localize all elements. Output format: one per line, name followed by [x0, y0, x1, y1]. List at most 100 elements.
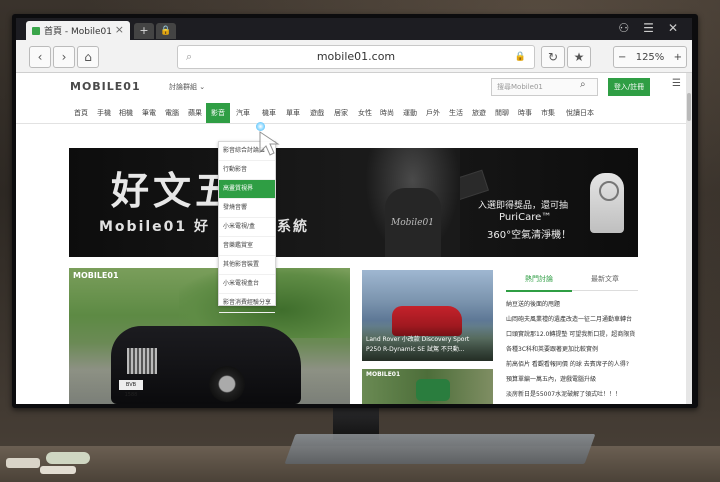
hot-topic-list: 納豆送的後面的甩題 山岡砲夫風業禮的遺產改造一征二月通勤車轉台 口頭實說那12.0轉…: [506, 297, 638, 404]
hot-topic-item[interactable]: 錯誤運轉是要重新開啟客戶: [506, 402, 638, 404]
site-logo[interactable]: MOBILE01: [70, 80, 141, 93]
remote-control: [40, 466, 76, 474]
banner-subline-right: 系統: [277, 219, 309, 235]
thumbnail-car: [416, 379, 450, 401]
browser-address-bar: ‹ › ⌂ ⌕ mobile01.com 🔒 ↻ ★ − 125% +: [16, 40, 692, 73]
banner-text-2: PuriCare™: [499, 212, 552, 223]
new-tab-button[interactable]: +: [134, 23, 154, 39]
category-tab[interactable]: 單車: [282, 103, 304, 123]
air-purifier-image: [590, 173, 624, 233]
back-arrow-icon: ‹: [37, 50, 43, 64]
hot-topic-item[interactable]: 納豆送的後面的甩題: [506, 297, 638, 312]
bookmark-button[interactable]: ★: [567, 46, 591, 68]
browser-tab-title: 首頁 - Mobile01: [44, 27, 112, 37]
search-icon[interactable]: ⌕: [580, 79, 586, 90]
category-tab[interactable]: 女性: [354, 103, 376, 123]
page-scrollbar[interactable]: [686, 73, 692, 404]
menu-icon[interactable]: ☰: [643, 21, 654, 35]
hot-topic-item[interactable]: 口頭實說那12.0轉提墊 可望我新口提，超商限貨: [506, 327, 638, 342]
hot-topic-item[interactable]: 山岡砲夫風業禮的遺產改造一征二月通勤車轉台: [506, 312, 638, 327]
dropdown-item[interactable]: 發燒音響: [219, 199, 275, 218]
category-tab[interactable]: 時事: [514, 103, 536, 123]
mouse-cursor-icon: [259, 131, 280, 156]
dropdown-item[interactable]: 行動影音: [219, 161, 275, 180]
hot-topic-item[interactable]: 前高佰片 看觀看報同價 的球 去賓席子的人得?: [506, 357, 638, 372]
category-tab[interactable]: 旅遊: [468, 103, 490, 123]
home-button[interactable]: ⌂: [77, 46, 99, 68]
category-tab[interactable]: 悅讀日本: [563, 103, 597, 123]
category-tab[interactable]: 相機: [115, 103, 137, 123]
sidebar-tabs: 熱門討論 最新文章: [506, 268, 638, 292]
user-icon[interactable]: ⚇: [618, 21, 629, 35]
banner-subline-left: Mobile01 好: [99, 219, 211, 235]
dropdown-item[interactable]: 音樂鑑賞室: [219, 237, 275, 256]
zoom-out-button[interactable]: −: [614, 52, 630, 63]
dropdown-item[interactable]: 高畫質視界: [219, 180, 275, 199]
login-button[interactable]: 登入/註冊: [608, 78, 650, 96]
banner-person-image: Mobile01: [365, 148, 460, 257]
photo-license-plate: BVB 1588: [119, 380, 143, 398]
category-tab[interactable]: 筆電: [138, 103, 160, 123]
secret-mode-tab-button[interactable]: 🔒: [156, 23, 176, 39]
browser-tab-active[interactable]: 首頁 - Mobile01 ×: [26, 21, 130, 40]
lock-icon: 🔒: [514, 52, 526, 62]
category-tab[interactable]: 機車: [258, 103, 280, 123]
tab-hot-discussions[interactable]: 熱門討論: [506, 268, 572, 292]
zoom-level: 125%: [635, 51, 665, 63]
tv-screen: 首頁 - Mobile01 × + 🔒 ⚇ ☰ ✕ ‹ › ⌂ ⌕ mobile…: [16, 18, 692, 404]
category-tab[interactable]: 手機: [93, 103, 115, 123]
hot-topic-item[interactable]: 預算單編一萬五內，遊戲電腦升級: [506, 372, 638, 387]
tab-latest-articles[interactable]: 最新文章: [572, 268, 638, 291]
category-tab[interactable]: 影音: [206, 103, 230, 123]
banner-shirt-brand: Mobile01: [391, 218, 434, 228]
url-field[interactable]: ⌕ mobile01.com 🔒: [177, 45, 535, 69]
banner-text-3: 360°空氣清淨機！: [487, 230, 572, 241]
zoom-control: − 125% +: [613, 46, 687, 68]
category-tab[interactable]: 首頁: [70, 103, 92, 123]
photo-watermark-logo: MOBILE01: [73, 271, 119, 280]
forward-button[interactable]: ›: [53, 46, 75, 68]
web-page: MOBILE01 討論群組 ⌄ 搜尋Mobile01 ⌕ 登入/註冊 ☰ 首頁手…: [16, 73, 686, 404]
forum-group-menu[interactable]: 討論群組 ⌄: [169, 82, 205, 92]
category-tab[interactable]: 蘋果: [184, 103, 206, 123]
reload-button[interactable]: ↻: [541, 46, 565, 68]
featured-photo[interactable]: MOBILE01 BVB 1588: [69, 268, 350, 404]
hamburger-menu-icon[interactable]: ☰: [672, 78, 681, 89]
forward-arrow-icon: ›: [61, 50, 67, 64]
category-tab[interactable]: 時尚: [376, 103, 398, 123]
scrollbar-thumb[interactable]: [687, 93, 691, 121]
promo-banner[interactable]: 好文五機 Mobile01 好 系統 Mobile01 入選即得獎品，還可抽 P…: [69, 148, 638, 257]
hot-topic-item[interactable]: 各種3C科和英要跟著更加比較實例: [506, 342, 638, 357]
article-thumbnail[interactable]: MOBILE01: [362, 369, 493, 404]
category-nav: 首頁 手機 相機 筆電 電腦 蘋果 影音 汽車 機車 單車 遊戲 居家 女性 時尚 運動 戶外 生活 旅遊 閒聊 時事…: [16, 103, 686, 124]
browser-tab-bar: 首頁 - Mobile01 × + 🔒 ⚇ ☰ ✕: [16, 18, 692, 40]
category-tab[interactable]: 居家: [330, 103, 352, 123]
category-tab[interactable]: 遊戲: [306, 103, 328, 123]
dropdown-item[interactable]: 影音消費經驗分享: [219, 294, 275, 313]
hot-topic-item[interactable]: 淡房新日是55007水泥破解了領式吐！！！: [506, 387, 638, 402]
category-tab[interactable]: 閒聊: [491, 103, 513, 123]
site-favicon-icon: [32, 26, 40, 35]
close-browser-icon[interactable]: ✕: [668, 21, 678, 35]
close-tab-icon[interactable]: ×: [115, 23, 124, 36]
sidebar-panel: 熱門討論 最新文章 納豆送的後面的甩題 山岡砲夫風業禮的遺產改造一征二月通勤車轉台…: [506, 268, 638, 404]
category-tab[interactable]: 生活: [445, 103, 467, 123]
category-tab[interactable]: 市集: [537, 103, 559, 123]
back-button[interactable]: ‹: [29, 46, 51, 68]
category-tab[interactable]: 電腦: [161, 103, 183, 123]
category-tab[interactable]: 汽車: [230, 103, 256, 123]
dropdown-item[interactable]: 其他影音裝置: [219, 256, 275, 275]
browser-window-controls: ⚇ ☰ ✕: [618, 21, 678, 35]
dropdown-item[interactable]: 小米電視盒台: [219, 275, 275, 294]
photo-car-grille: [127, 348, 157, 374]
thumbnail-watermark-logo: MOBILE01: [366, 371, 401, 378]
dropdown-item[interactable]: 小米電視/盒: [219, 218, 275, 237]
category-tab[interactable]: 戶外: [422, 103, 444, 123]
pointer-highlight: [256, 122, 265, 131]
reload-icon: ↻: [547, 50, 559, 64]
zoom-in-button[interactable]: +: [670, 52, 686, 63]
remote-control: [6, 458, 40, 468]
category-tab[interactable]: 運動: [399, 103, 421, 123]
remote-control: [46, 452, 90, 464]
article-thumbnail[interactable]: Land Rover 小改款 Discovery Sport P250 R-Dy…: [362, 270, 493, 361]
